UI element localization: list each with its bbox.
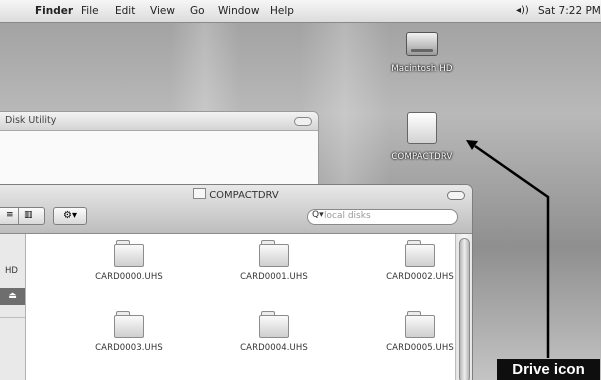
drive-icon-callout: Drive icon [497, 359, 600, 380]
annotation-arrow [466, 140, 550, 358]
desktop: Finder File Edit View Go Window Help ◂))… [0, 0, 601, 380]
